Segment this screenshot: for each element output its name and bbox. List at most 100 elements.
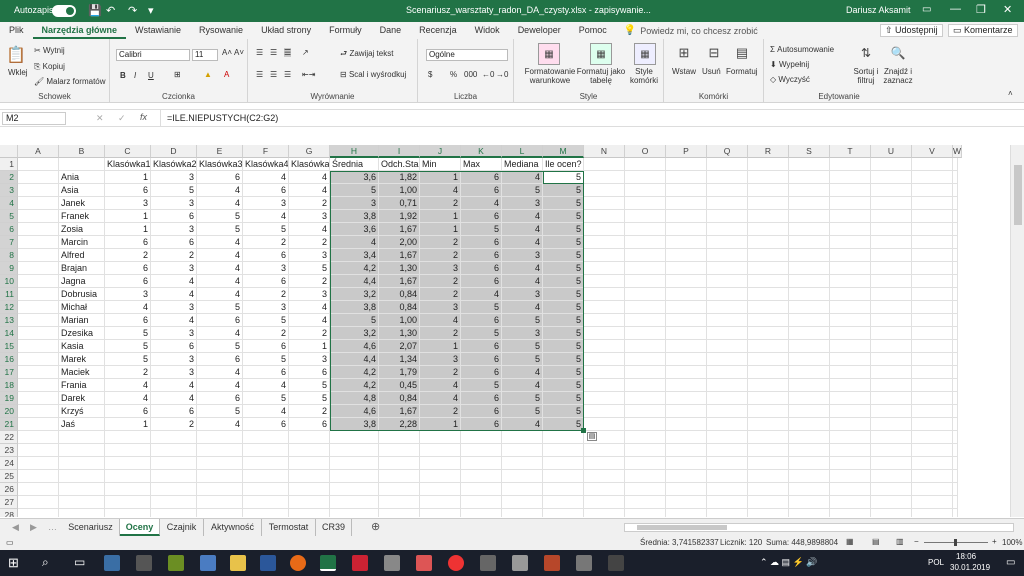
cell-v28[interactable]: [912, 509, 953, 517]
font-size-select[interactable]: 11: [192, 49, 218, 61]
cell-f16[interactable]: 5: [243, 353, 289, 366]
row-header-8[interactable]: 8: [0, 249, 18, 262]
cell-m28[interactable]: [543, 509, 584, 517]
cell-g10[interactable]: 2: [289, 275, 330, 288]
cell-l3[interactable]: 5: [502, 184, 543, 197]
cell-e7[interactable]: 4: [197, 236, 243, 249]
cell-v13[interactable]: [912, 314, 953, 327]
cell-d19[interactable]: 4: [151, 392, 197, 405]
cell-a19[interactable]: [18, 392, 59, 405]
cell-q3[interactable]: [707, 184, 748, 197]
cell-l24[interactable]: [502, 457, 543, 470]
cell-w20[interactable]: [953, 405, 958, 418]
cell-v11[interactable]: [912, 288, 953, 301]
cell-t21[interactable]: [830, 418, 871, 431]
cell-r6[interactable]: [748, 223, 789, 236]
align-center-icon[interactable]: ☰: [270, 70, 277, 79]
cell-w13[interactable]: [953, 314, 958, 327]
cell-k6[interactable]: 5: [461, 223, 502, 236]
conditional-formatting-icon[interactable]: ▦: [538, 43, 560, 65]
cell-b14[interactable]: Dzesika: [59, 327, 105, 340]
cell-i1[interactable]: Odch.Stand: [379, 158, 420, 171]
cell-h5[interactable]: 3,8: [330, 210, 379, 223]
cell-i5[interactable]: 1,92: [379, 210, 420, 223]
shrink-font-icon[interactable]: A˅: [234, 48, 244, 57]
cell-q1[interactable]: [707, 158, 748, 171]
cell-e3[interactable]: 4: [197, 184, 243, 197]
cell-b27[interactable]: [59, 496, 105, 509]
more-sheets-icon[interactable]: …: [48, 522, 57, 532]
cell-f13[interactable]: 5: [243, 314, 289, 327]
row-header-4[interactable]: 4: [0, 197, 18, 210]
column-header-l[interactable]: L: [502, 145, 543, 158]
cell-r21[interactable]: [748, 418, 789, 431]
task-view-icon[interactable]: ▭: [74, 555, 85, 569]
cell-l10[interactable]: 4: [502, 275, 543, 288]
cell-b15[interactable]: Kasia: [59, 340, 105, 353]
cell-b9[interactable]: Brajan: [59, 262, 105, 275]
sheet-tab-aktywnosc[interactable]: Aktywność: [204, 519, 262, 536]
cell-l18[interactable]: 4: [502, 379, 543, 392]
cell-m1[interactable]: Ile ocen?: [543, 158, 584, 171]
row-header-9[interactable]: 9: [0, 262, 18, 275]
cell-f23[interactable]: [243, 444, 289, 457]
cell-r20[interactable]: [748, 405, 789, 418]
cell-i28[interactable]: [379, 509, 420, 517]
cell-t13[interactable]: [830, 314, 871, 327]
vertical-scroll-thumb[interactable]: [1014, 165, 1022, 225]
cell-p28[interactable]: [666, 509, 707, 517]
zoom-slider[interactable]: [924, 539, 988, 546]
cell-g27[interactable]: [289, 496, 330, 509]
normal-view-icon[interactable]: ▦: [846, 537, 854, 546]
firefox-icon[interactable]: [290, 555, 306, 571]
add-sheet-icon[interactable]: ⊕: [371, 520, 380, 533]
cell-j4[interactable]: 2: [420, 197, 461, 210]
zoom-slider-thumb[interactable]: [954, 539, 957, 546]
cell-r17[interactable]: [748, 366, 789, 379]
cell-t16[interactable]: [830, 353, 871, 366]
cell-e25[interactable]: [197, 470, 243, 483]
cell-r26[interactable]: [748, 483, 789, 496]
cell-e13[interactable]: 6: [197, 314, 243, 327]
cell-w26[interactable]: [953, 483, 958, 496]
currency-icon[interactable]: $: [428, 70, 432, 79]
cell-v12[interactable]: [912, 301, 953, 314]
cell-l8[interactable]: 3: [502, 249, 543, 262]
cell-o5[interactable]: [625, 210, 666, 223]
tab-data[interactable]: Dane: [371, 22, 411, 39]
cell-b18[interactable]: Frania: [59, 379, 105, 392]
cell-i26[interactable]: [379, 483, 420, 496]
cell-w1[interactable]: [953, 158, 958, 171]
cell-o28[interactable]: [625, 509, 666, 517]
cell-c15[interactable]: 5: [105, 340, 151, 353]
cell-m19[interactable]: 5: [543, 392, 584, 405]
cell-u22[interactable]: [871, 431, 912, 444]
cell-p27[interactable]: [666, 496, 707, 509]
cell-s23[interactable]: [789, 444, 830, 457]
cell-j12[interactable]: 3: [420, 301, 461, 314]
cell-u8[interactable]: [871, 249, 912, 262]
cell-i16[interactable]: 1,34: [379, 353, 420, 366]
cut-button[interactable]: ✂ Wytnij: [34, 46, 65, 55]
cell-r12[interactable]: [748, 301, 789, 314]
cell-e16[interactable]: 6: [197, 353, 243, 366]
cell-f5[interactable]: 4: [243, 210, 289, 223]
cell-p23[interactable]: [666, 444, 707, 457]
cell-d20[interactable]: 6: [151, 405, 197, 418]
align-bottom-icon[interactable]: ☰: [284, 48, 292, 57]
cell-s27[interactable]: [789, 496, 830, 509]
cell-v9[interactable]: [912, 262, 953, 275]
cell-c5[interactable]: 1: [105, 210, 151, 223]
cell-e14[interactable]: 4: [197, 327, 243, 340]
cell-o16[interactable]: [625, 353, 666, 366]
zoom-in-icon[interactable]: +: [992, 537, 997, 546]
cell-b23[interactable]: [59, 444, 105, 457]
cell-u16[interactable]: [871, 353, 912, 366]
cell-i21[interactable]: 2,28: [379, 418, 420, 431]
format-as-table-button[interactable]: Formatuj jako tabelę: [576, 67, 626, 85]
cell-h4[interactable]: 3: [330, 197, 379, 210]
cell-f21[interactable]: 6: [243, 418, 289, 431]
cell-k1[interactable]: Max: [461, 158, 502, 171]
cell-o21[interactable]: [625, 418, 666, 431]
cell-j13[interactable]: 4: [420, 314, 461, 327]
